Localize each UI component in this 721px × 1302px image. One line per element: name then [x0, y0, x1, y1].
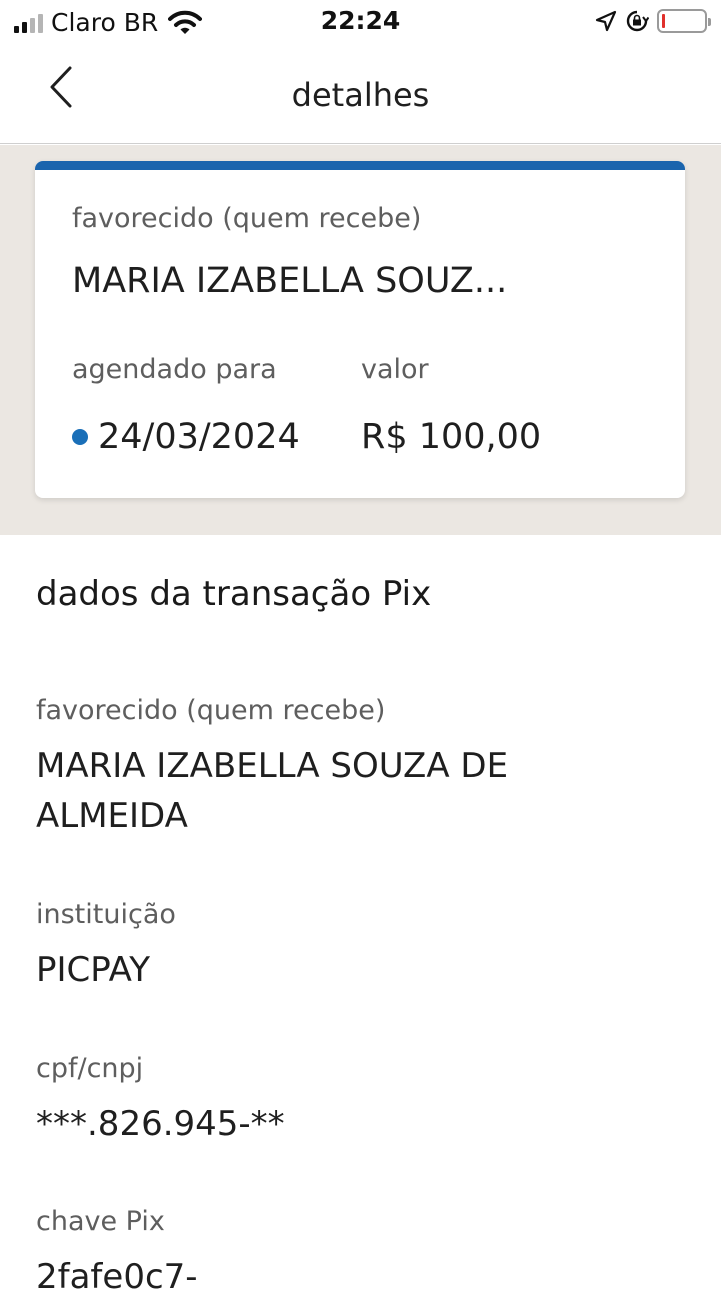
scheduled-label: agendado para	[72, 354, 277, 385]
amount-label: valor	[361, 354, 429, 385]
card-accent-bar	[35, 161, 685, 170]
orientation-lock-icon	[626, 10, 649, 32]
location-arrow-icon	[595, 10, 617, 32]
detail-cpf-label: cpf/cnpj	[36, 1053, 144, 1084]
summary-card: favorecido (quem recebe) MARIA IZABELLA …	[35, 161, 685, 498]
page-title: detalhes	[291, 76, 430, 114]
detail-cpf-value: ***.826.945-**	[36, 1104, 285, 1144]
detail-institution-value: PICPAY	[36, 950, 150, 990]
detail-pix-key-label: chave Pix	[36, 1206, 165, 1237]
amount-value: R$ 100,00	[361, 417, 542, 457]
status-dot	[72, 429, 88, 445]
nav-bar: detalhes	[0, 48, 721, 144]
payee-label: favorecido (quem recebe)	[72, 203, 422, 234]
scheduled-date: 24/03/2024	[98, 417, 300, 457]
detail-pix-key-value: 2fafe0c7-	[36, 1257, 198, 1297]
status-right	[595, 9, 711, 33]
battery-low-icon	[657, 9, 711, 33]
detail-payee-label: favorecido (quem recebe)	[36, 695, 386, 726]
status-bar: Claro BR 22:24	[0, 0, 721, 48]
section-title: dados da transação Pix	[36, 574, 432, 614]
detail-payee-value: MARIA IZABELLA SOUZA DE ALMEIDA	[36, 746, 509, 836]
detail-institution-label: instituição	[36, 899, 176, 930]
payee-name: MARIA IZABELLA SOUZ...	[72, 261, 508, 301]
